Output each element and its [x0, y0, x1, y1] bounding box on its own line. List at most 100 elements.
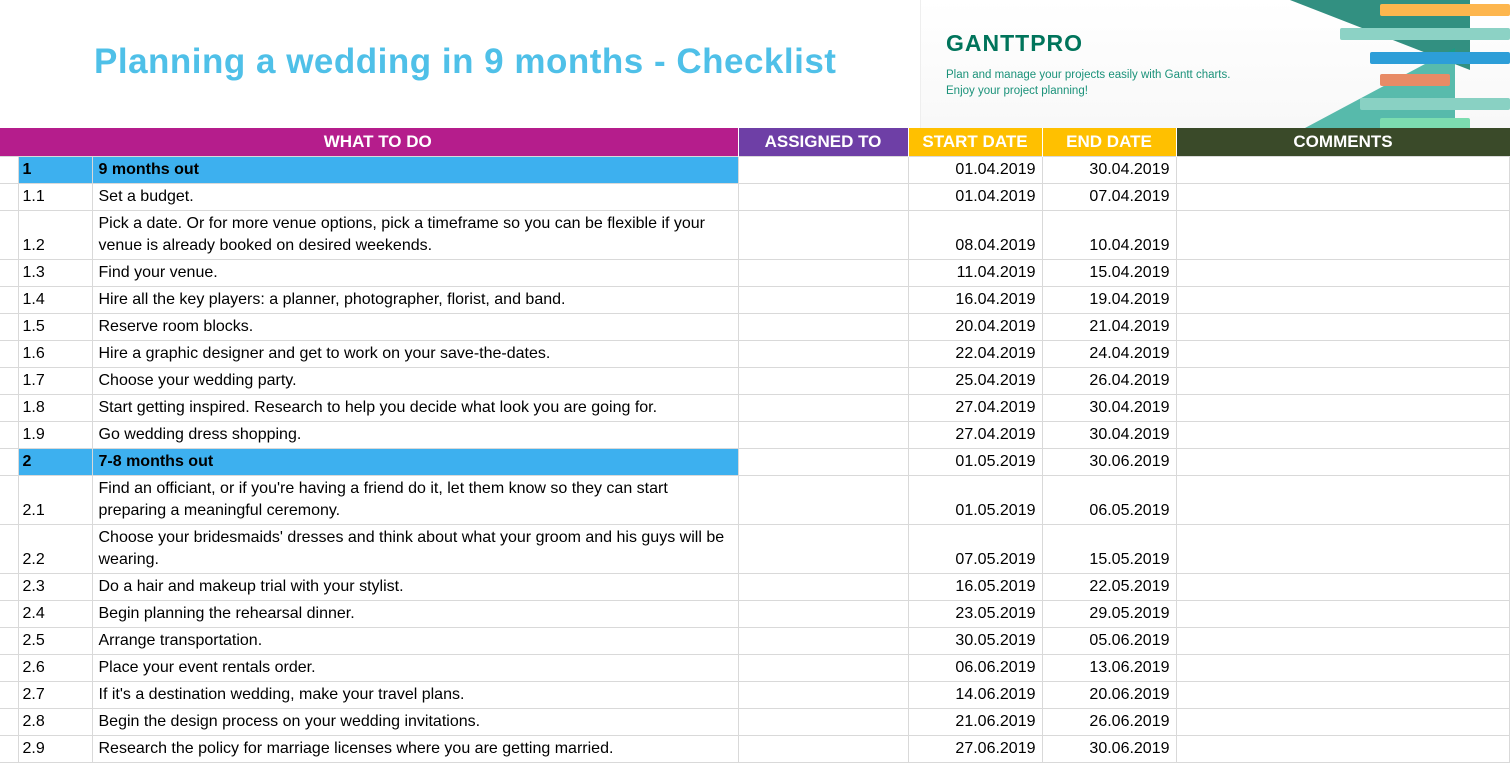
row-what: Research the policy for marriage license… [92, 736, 738, 763]
row-index: 2.8 [18, 709, 92, 736]
row-gutter [0, 655, 18, 682]
ganttpro-logo: GANTTPRO [946, 30, 1241, 57]
row-start-date: 25.04.2019 [908, 368, 1042, 395]
table-row[interactable]: 1.4Hire all the key players: a planner, … [0, 287, 1510, 314]
row-what: Set a budget. [92, 184, 738, 211]
row-assigned[interactable] [738, 314, 908, 341]
table-row[interactable]: 1.3Find your venue.11.04.201915.04.2019 [0, 260, 1510, 287]
row-comments[interactable] [1176, 736, 1510, 763]
table-row[interactable]: 19 months out01.04.201930.04.2019 [0, 157, 1510, 184]
row-comments[interactable] [1176, 287, 1510, 314]
row-assigned[interactable] [738, 422, 908, 449]
row-assigned[interactable] [738, 211, 908, 260]
row-comments[interactable] [1176, 184, 1510, 211]
row-comments[interactable] [1176, 368, 1510, 395]
row-assigned[interactable] [738, 736, 908, 763]
row-comments[interactable] [1176, 682, 1510, 709]
row-comments[interactable] [1176, 449, 1510, 476]
row-start-date: 14.06.2019 [908, 682, 1042, 709]
table-row[interactable]: 2.2Choose your bridesmaids' dresses and … [0, 525, 1510, 574]
row-end-date: 30.06.2019 [1042, 736, 1176, 763]
table-row[interactable]: 1.7Choose your wedding party.25.04.20192… [0, 368, 1510, 395]
table-row[interactable]: 2.4Begin planning the rehearsal dinner.2… [0, 601, 1510, 628]
table-row[interactable]: 1.1Set a budget.01.04.201907.04.2019 [0, 184, 1510, 211]
row-comments[interactable] [1176, 395, 1510, 422]
row-assigned[interactable] [738, 287, 908, 314]
header-comments: COMMENTS [1176, 128, 1510, 157]
row-what: 7-8 months out [92, 449, 738, 476]
row-assigned[interactable] [738, 260, 908, 287]
row-index: 2.3 [18, 574, 92, 601]
row-assigned[interactable] [738, 682, 908, 709]
header-row: WHAT TO DO ASSIGNED TO START DATE END DA… [0, 128, 1510, 157]
row-assigned[interactable] [738, 628, 908, 655]
row-assigned[interactable] [738, 655, 908, 682]
row-start-date: 16.05.2019 [908, 574, 1042, 601]
row-end-date: 15.04.2019 [1042, 260, 1176, 287]
row-start-date: 01.05.2019 [908, 476, 1042, 525]
table-row[interactable]: 1.2Pick a date. Or for more venue option… [0, 211, 1510, 260]
table-row[interactable]: 1.8Start getting inspired. Research to h… [0, 395, 1510, 422]
table-row[interactable]: 2.7If it's a destination wedding, make y… [0, 682, 1510, 709]
row-start-date: 23.05.2019 [908, 601, 1042, 628]
row-comments[interactable] [1176, 157, 1510, 184]
row-assigned[interactable] [738, 476, 908, 525]
row-start-date: 06.06.2019 [908, 655, 1042, 682]
table-row[interactable]: 2.6Place your event rentals order.06.06.… [0, 655, 1510, 682]
row-assigned[interactable] [738, 368, 908, 395]
row-comments[interactable] [1176, 525, 1510, 574]
row-gutter [0, 260, 18, 287]
row-index: 1.8 [18, 395, 92, 422]
row-assigned[interactable] [738, 157, 908, 184]
row-assigned[interactable] [738, 525, 908, 574]
row-start-date: 27.06.2019 [908, 736, 1042, 763]
row-gutter [0, 449, 18, 476]
table-row[interactable]: 1.6Hire a graphic designer and get to wo… [0, 341, 1510, 368]
row-assigned[interactable] [738, 395, 908, 422]
row-gutter [0, 525, 18, 574]
row-index: 2.7 [18, 682, 92, 709]
row-gutter [0, 574, 18, 601]
row-assigned[interactable] [738, 601, 908, 628]
row-gutter [0, 211, 18, 260]
row-assigned[interactable] [738, 184, 908, 211]
table-row[interactable]: 2.8Begin the design process on your wedd… [0, 709, 1510, 736]
row-index: 2.4 [18, 601, 92, 628]
table-row[interactable]: 1.9Go wedding dress shopping.27.04.20193… [0, 422, 1510, 449]
row-comments[interactable] [1176, 341, 1510, 368]
table-row[interactable]: 1.5Reserve room blocks.20.04.201921.04.2… [0, 314, 1510, 341]
row-what: Place your event rentals order. [92, 655, 738, 682]
header-blank [0, 128, 18, 157]
row-gutter [0, 157, 18, 184]
row-comments[interactable] [1176, 211, 1510, 260]
row-comments[interactable] [1176, 709, 1510, 736]
table-row[interactable]: 2.3Do a hair and makeup trial with your … [0, 574, 1510, 601]
row-assigned[interactable] [738, 709, 908, 736]
table-row[interactable]: 2.1Find an officiant, or if you're havin… [0, 476, 1510, 525]
row-comments[interactable] [1176, 628, 1510, 655]
row-comments[interactable] [1176, 422, 1510, 449]
row-what: Begin the design process on your wedding… [92, 709, 738, 736]
row-index: 1.4 [18, 287, 92, 314]
row-comments[interactable] [1176, 314, 1510, 341]
row-comments[interactable] [1176, 601, 1510, 628]
row-assigned[interactable] [738, 574, 908, 601]
table-row[interactable]: 2.5Arrange transportation.30.05.201905.0… [0, 628, 1510, 655]
row-comments[interactable] [1176, 655, 1510, 682]
row-end-date: 26.04.2019 [1042, 368, 1176, 395]
row-gutter [0, 395, 18, 422]
row-comments[interactable] [1176, 574, 1510, 601]
row-assigned[interactable] [738, 341, 908, 368]
row-index: 2.9 [18, 736, 92, 763]
row-comments[interactable] [1176, 476, 1510, 525]
row-end-date: 13.06.2019 [1042, 655, 1176, 682]
row-start-date: 08.04.2019 [908, 211, 1042, 260]
row-comments[interactable] [1176, 260, 1510, 287]
row-gutter [0, 287, 18, 314]
table-row[interactable]: 27-8 months out01.05.201930.06.2019 [0, 449, 1510, 476]
row-assigned[interactable] [738, 449, 908, 476]
row-what: 9 months out [92, 157, 738, 184]
row-start-date: 01.04.2019 [908, 184, 1042, 211]
row-end-date: 10.04.2019 [1042, 211, 1176, 260]
table-row[interactable]: 2.9Research the policy for marriage lice… [0, 736, 1510, 763]
